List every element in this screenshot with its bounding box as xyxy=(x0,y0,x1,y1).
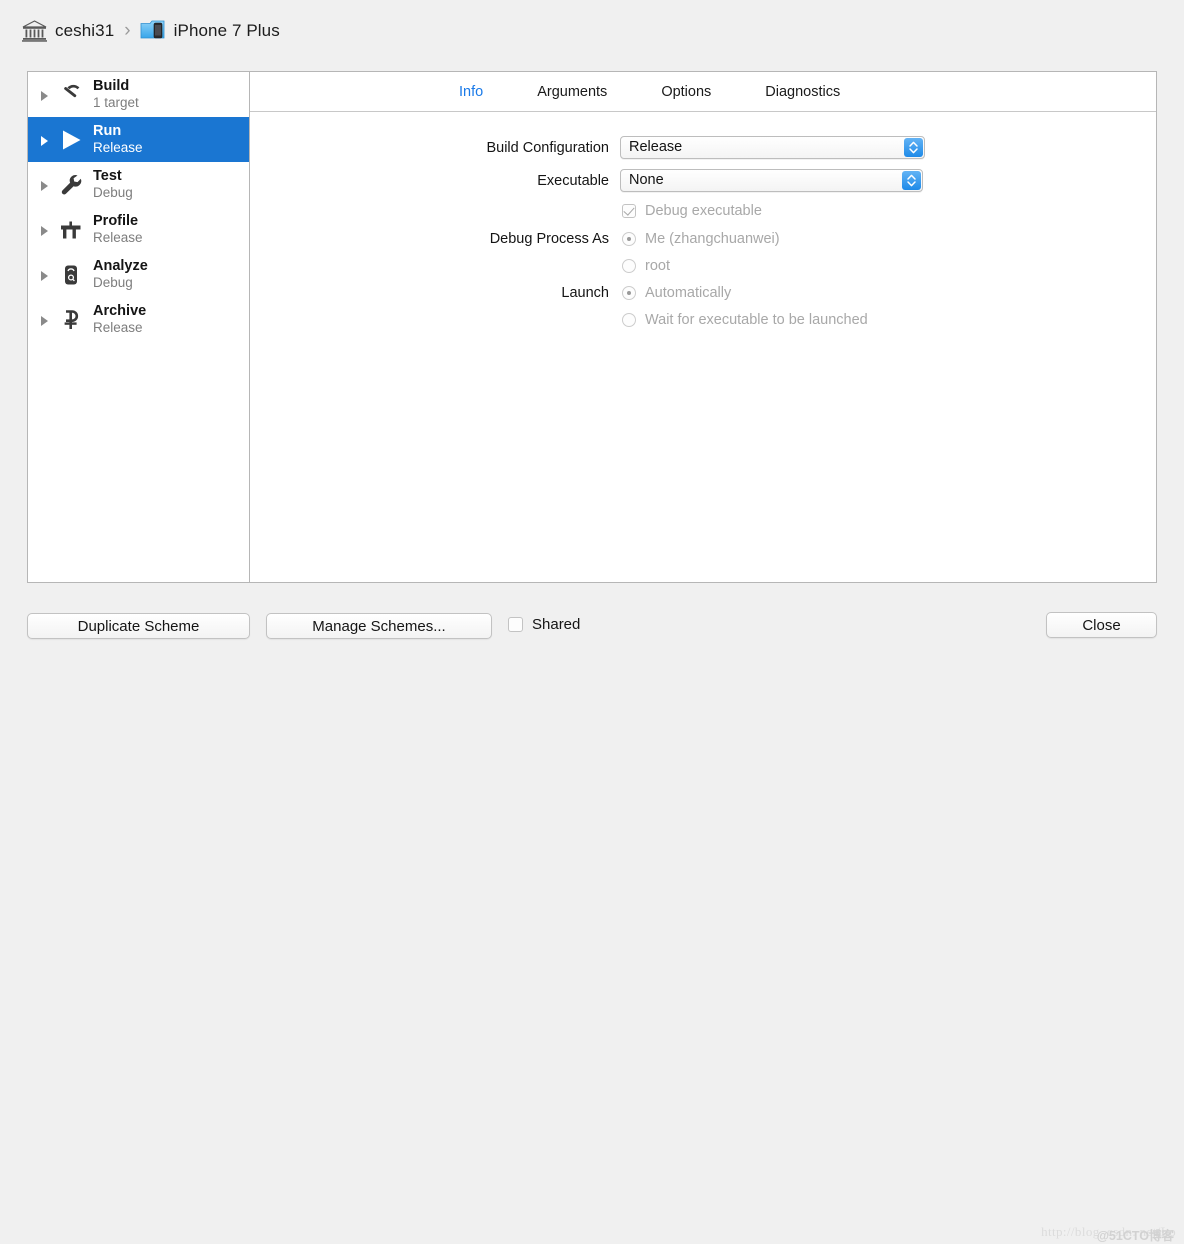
launch-label: Launch xyxy=(561,284,609,301)
sidebar-item-run-subtitle: Release xyxy=(93,140,143,155)
debug-process-as-label: Debug Process As xyxy=(489,230,609,247)
sidebar-item-test[interactable]: Test Debug xyxy=(28,162,249,207)
debug-process-as-me-label: Me (zhangchuanwei) xyxy=(645,230,780,247)
clamp-icon xyxy=(56,305,86,335)
build-configuration-value: Release xyxy=(629,139,683,155)
breadcrumb-project[interactable]: ceshi31 xyxy=(22,19,115,42)
play-icon xyxy=(56,125,86,155)
row-build-configuration: Build Configuration Release xyxy=(250,131,1156,164)
tab-diagnostics[interactable]: Diagnostics xyxy=(761,82,844,102)
row-executable: Executable None xyxy=(250,164,1156,197)
microscope-icon xyxy=(56,260,86,290)
row-launch-automatically: Launch Automatically xyxy=(250,279,1156,306)
disclosure-triangle-icon[interactable] xyxy=(38,133,52,147)
row-debug-executable: Debug executable xyxy=(250,197,1156,225)
chevron-up-down-icon[interactable] xyxy=(904,138,923,157)
wrench-icon xyxy=(56,170,86,200)
shared-label: Shared xyxy=(532,616,581,633)
executable-value: None xyxy=(629,172,664,188)
sidebar-item-archive[interactable]: Archive Release xyxy=(28,297,249,342)
scheme-detail-area: Info Arguments Options Diagnostics Build… xyxy=(250,72,1156,582)
debug-process-as-root-label: root xyxy=(645,257,670,274)
launch-wait-label: Wait for executable to be launched xyxy=(645,311,868,328)
sidebar-item-run-title: Run xyxy=(93,123,122,139)
executable-label: Executable xyxy=(537,172,609,189)
breadcrumb-project-label: ceshi31 xyxy=(55,20,115,40)
scheme-editor-panel: Build 1 target Run Release Test Debug Pr… xyxy=(27,71,1157,583)
tab-options[interactable]: Options xyxy=(657,82,715,102)
debug-executable-label: Debug executable xyxy=(645,203,762,219)
dialog-footer: Duplicate Scheme Manage Schemes... Share… xyxy=(0,583,1184,1243)
row-debug-process-as-root: root xyxy=(250,252,1156,279)
sidebar-item-analyze[interactable]: Analyze Debug xyxy=(28,252,249,297)
sidebar-item-analyze-title: Analyze xyxy=(93,258,148,274)
device-icon xyxy=(140,20,166,41)
sidebar-item-build[interactable]: Build 1 target xyxy=(28,72,249,117)
tab-info[interactable]: Info xyxy=(455,82,487,102)
caliper-icon xyxy=(56,215,86,245)
sidebar-item-analyze-subtitle: Debug xyxy=(93,275,133,290)
sidebar-item-run[interactable]: Run Release xyxy=(28,117,249,162)
shared-checkbox[interactable] xyxy=(508,617,523,632)
bank-icon xyxy=(22,19,47,42)
scheme-action-list: Build 1 target Run Release Test Debug Pr… xyxy=(28,72,250,582)
breadcrumb: ceshi31 › iPhone 7 Plus xyxy=(0,0,1184,61)
sidebar-item-profile-subtitle: Release xyxy=(93,230,143,245)
disclosure-triangle-icon[interactable] xyxy=(38,268,52,282)
tab-bar: Info Arguments Options Diagnostics xyxy=(250,72,1156,112)
sidebar-item-test-subtitle: Debug xyxy=(93,185,133,200)
debug-executable-checkbox[interactable] xyxy=(622,204,636,218)
info-form: Build Configuration Release Executable N… xyxy=(250,112,1156,333)
hammer-icon xyxy=(56,80,86,110)
sidebar-item-profile[interactable]: Profile Release xyxy=(28,207,249,252)
tab-arguments[interactable]: Arguments xyxy=(533,82,611,102)
manage-schemes-button[interactable]: Manage Schemes... xyxy=(266,613,492,639)
launch-automatically-radio[interactable] xyxy=(622,285,636,300)
disclosure-triangle-icon[interactable] xyxy=(38,223,52,237)
close-button[interactable]: Close xyxy=(1046,612,1157,638)
breadcrumb-separator: › xyxy=(124,20,131,41)
sidebar-item-build-title: Build xyxy=(93,78,130,94)
disclosure-triangle-icon[interactable] xyxy=(38,178,52,192)
executable-popup[interactable]: None xyxy=(620,169,923,192)
build-configuration-label: Build Configuration xyxy=(486,139,609,156)
build-configuration-popup[interactable]: Release xyxy=(620,136,925,159)
launch-automatically-label: Automatically xyxy=(645,284,732,301)
row-launch-wait: Wait for executable to be launched xyxy=(250,306,1156,333)
breadcrumb-device-label: iPhone 7 Plus xyxy=(173,20,280,40)
sidebar-item-archive-subtitle: Release xyxy=(93,320,143,335)
launch-wait-radio[interactable] xyxy=(622,312,636,327)
sidebar-item-build-subtitle: 1 target xyxy=(93,95,139,110)
duplicate-scheme-button[interactable]: Duplicate Scheme xyxy=(27,613,250,639)
breadcrumb-device[interactable]: iPhone 7 Plus xyxy=(140,20,280,41)
sidebar-item-archive-title: Archive xyxy=(93,303,147,319)
debug-process-as-me-radio[interactable] xyxy=(622,231,636,246)
shared-checkbox-group: Shared xyxy=(508,616,580,633)
sidebar-item-profile-title: Profile xyxy=(93,213,139,229)
watermark-stamp: @51CTO博客 xyxy=(1096,1229,1174,1243)
row-debug-process-as-me: Debug Process As Me (zhangchuanwei) xyxy=(250,225,1156,252)
debug-process-as-root-radio[interactable] xyxy=(622,258,636,273)
disclosure-triangle-icon[interactable] xyxy=(38,313,52,327)
disclosure-triangle-icon[interactable] xyxy=(38,88,52,102)
sidebar-item-test-title: Test xyxy=(93,168,122,184)
chevron-up-down-icon[interactable] xyxy=(902,171,921,190)
